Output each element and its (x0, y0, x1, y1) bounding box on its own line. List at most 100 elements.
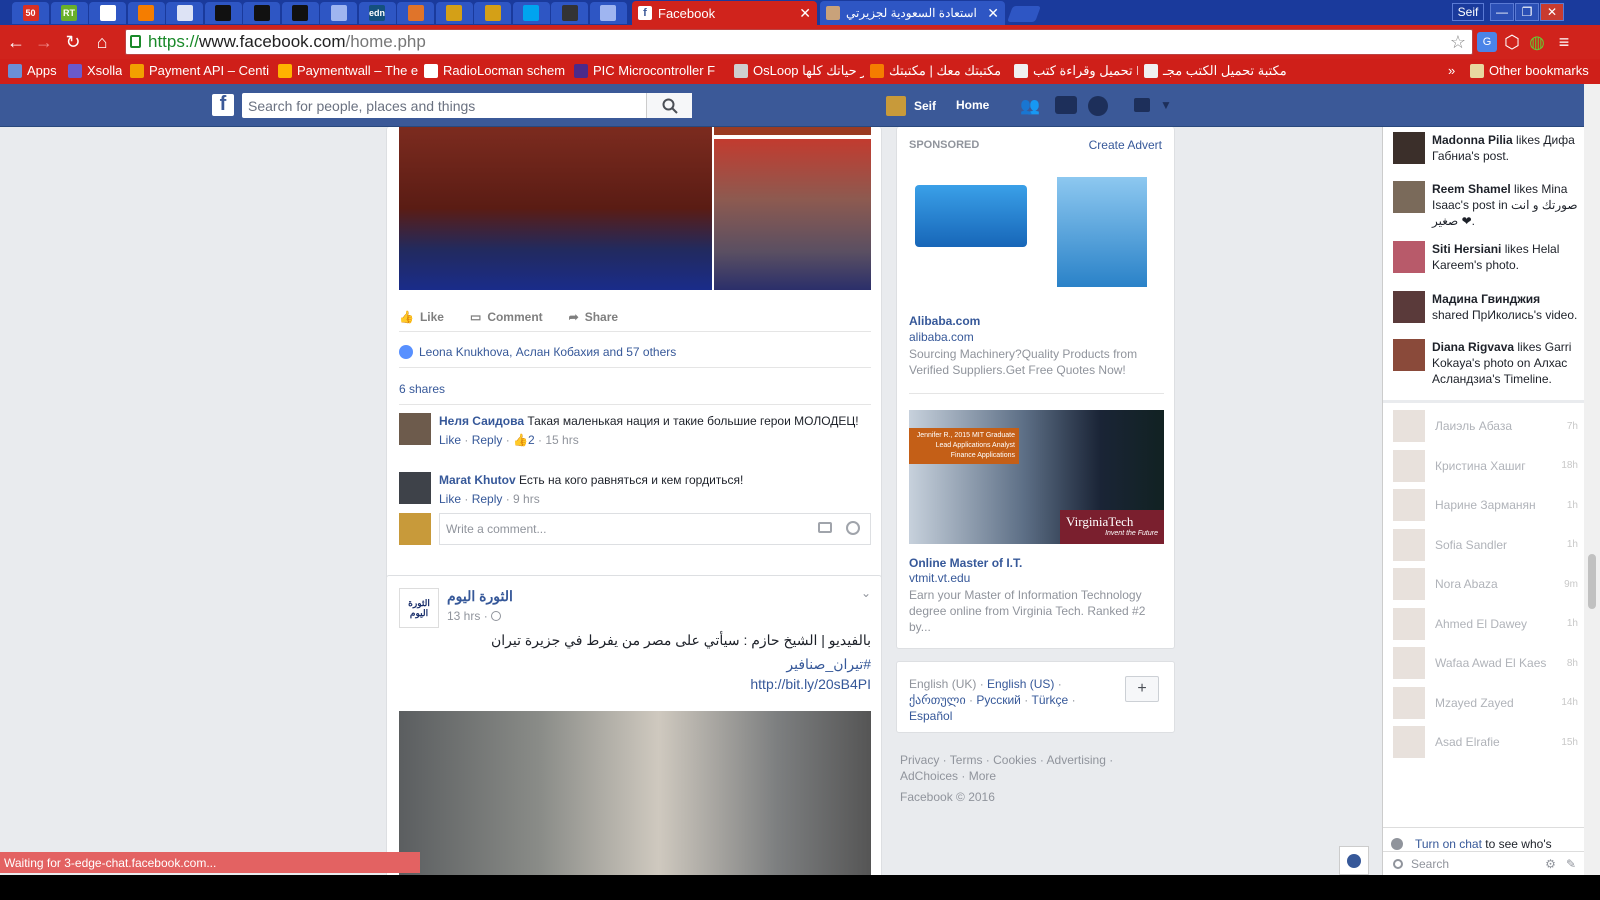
bookmark-item[interactable]: تحميل وقراءة كتب PDF (1014, 63, 1138, 79)
chat-contact[interactable]: Wafaa Awad El Kaes 8h (1393, 644, 1578, 682)
address-bar[interactable]: https://www.facebook.com/home.php ☆ (125, 29, 1473, 55)
share-button[interactable]: ➦ Share (569, 310, 618, 324)
language-link[interactable]: English (US) (987, 677, 1054, 691)
search-button[interactable] (646, 93, 692, 118)
pinned-tab[interactable] (512, 2, 550, 24)
likes-summary[interactable]: Leona Knukhova, Аслан Кобахия and 57 oth… (399, 345, 676, 359)
emoji-icon[interactable] (846, 521, 860, 535)
pinned-tab[interactable] (397, 2, 434, 24)
pinned-tab[interactable] (281, 2, 319, 24)
chat-contact[interactable]: Sofia Sandler 1h (1393, 526, 1578, 564)
close-window-icon[interactable]: ✕ (1540, 3, 1564, 21)
bookmark-item[interactable]: Apps (8, 63, 57, 78)
shares-count[interactable]: 6 shares (399, 382, 445, 396)
ad-image[interactable] (915, 185, 1027, 247)
bookmark-item[interactable]: OsLoop خير حياتك كلها (734, 63, 864, 79)
translate-icon[interactable]: G (1477, 32, 1497, 52)
turn-on-chat-link[interactable]: Turn on chat (1415, 837, 1482, 851)
language-link[interactable]: ქართული (909, 693, 966, 707)
home-icon[interactable]: ⌂ (92, 32, 112, 52)
post-photo-main[interactable] (399, 127, 712, 290)
ticker-story[interactable]: Madonna Pilia likes Дифа Габниа's post. (1393, 132, 1579, 164)
pinned-tab[interactable] (435, 2, 473, 24)
search-input[interactable]: Search for people, places and things (242, 93, 692, 118)
footer-link[interactable]: Cookies (993, 753, 1036, 767)
chat-contact[interactable]: Asad Elrafie 15h (1393, 723, 1578, 761)
compose-icon[interactable]: ✎ (1566, 857, 1576, 871)
privacy-shortcuts-icon[interactable] (1134, 98, 1150, 112)
forward-icon[interactable]: → (34, 32, 54, 52)
globe-extension-icon[interactable]: ◍ (1527, 32, 1547, 52)
pinned-tab[interactable] (127, 2, 165, 24)
comment-reply-link[interactable]: Reply (472, 433, 503, 447)
like-button[interactable]: 👍 Like (399, 310, 444, 324)
other-bookmarks[interactable]: Other bookmarks (1470, 63, 1589, 78)
pinned-tab[interactable] (589, 2, 627, 24)
post-time[interactable]: 13 hrs (447, 609, 480, 623)
tab-other[interactable]: استعادة السعودية لجزيرتي ✕ (820, 1, 1005, 25)
bookmark-item[interactable]: PIC Microcontroller F (574, 63, 715, 78)
comment-reply-link[interactable]: Reply (472, 492, 503, 506)
chat-contact[interactable]: Mzayed Zayed 14h (1393, 684, 1578, 722)
comment-like-count[interactable]: 👍2 (513, 433, 535, 447)
avatar[interactable] (399, 413, 431, 445)
ticker-story[interactable]: Siti Hersiani likes Helal Kareem's photo… (1393, 241, 1579, 273)
new-tab-button[interactable] (1007, 6, 1041, 22)
bookmarks-overflow[interactable]: » (1448, 63, 1455, 78)
pinned-tab[interactable] (474, 2, 511, 24)
extension-cube-icon[interactable]: ⬡ (1502, 32, 1522, 52)
scrollbar-thumb[interactable] (1588, 554, 1596, 609)
add-language-button[interactable]: + (1125, 676, 1159, 702)
chat-contact[interactable]: Nora Abaza 9m (1393, 565, 1578, 603)
messages-icon[interactable] (1055, 96, 1077, 114)
camera-icon[interactable] (818, 522, 832, 533)
home-link[interactable]: Home (956, 98, 989, 112)
facebook-logo-icon[interactable]: f (212, 93, 234, 116)
restore-icon[interactable]: ❐ (1515, 3, 1539, 21)
friend-requests-icon[interactable]: 👥 (1020, 96, 1042, 115)
comment-author[interactable]: Marat Khutov (439, 473, 516, 487)
post-photo-small-1[interactable] (714, 127, 871, 135)
chat-contact[interactable]: Ahmed El Dawey 1h (1393, 605, 1578, 643)
gear-icon[interactable]: ⚙ (1545, 857, 1556, 871)
language-link[interactable]: Türkçe (1032, 693, 1069, 707)
star-icon[interactable]: ☆ (1450, 32, 1466, 53)
bookmark-item[interactable]: RadioLocman schem (424, 63, 565, 78)
bookmark-item[interactable]: Payment API – Centi (130, 63, 269, 78)
footer-link[interactable]: Terms (950, 753, 983, 767)
post-options-icon[interactable]: ⌄ (861, 586, 871, 600)
comment-input[interactable]: Write a comment... (439, 513, 871, 545)
page-scrollbar[interactable] (1584, 84, 1600, 875)
ticker-story[interactable]: Reem Shamel likes Mina Isaac's post in ص… (1393, 181, 1579, 229)
minimize-icon[interactable]: — (1490, 3, 1514, 21)
language-link[interactable]: Русский (976, 693, 1021, 707)
chat-search-bar[interactable]: Search ⚙ ✎ (1383, 851, 1584, 875)
profile-link[interactable]: Seif (886, 96, 936, 116)
pinned-tab[interactable] (204, 2, 242, 24)
pinned-tab[interactable] (243, 2, 280, 24)
chat-contact[interactable]: Лаиэль Абаза 7h (1393, 407, 1578, 445)
pinned-tab[interactable]: edn (358, 2, 396, 24)
ad-banner[interactable]: Jennifer R., 2015 MIT Graduate Lead Appl… (909, 410, 1164, 544)
back-icon[interactable]: ← (6, 32, 26, 52)
globe-settings-button[interactable] (1339, 846, 1369, 875)
comment-like-link[interactable]: Like (439, 492, 461, 506)
bookmark-item[interactable]: Xsolla (68, 63, 122, 78)
ad-title[interactable]: Online Master of I.T. (909, 556, 1022, 570)
ad-domain[interactable]: alibaba.com (909, 330, 974, 344)
language-link[interactable]: Español (909, 709, 952, 723)
footer-link[interactable]: More (969, 769, 996, 783)
comment-like-link[interactable]: Like (439, 433, 461, 447)
ad-image[interactable] (1057, 177, 1147, 287)
footer-link[interactable]: AdChoices (900, 769, 958, 783)
chat-contact[interactable]: Кристина Хашиг 18h (1393, 447, 1578, 485)
post-video-thumbnail[interactable] (399, 711, 871, 875)
footer-link[interactable]: Advertising (1047, 753, 1106, 767)
footer-link[interactable]: Privacy (900, 753, 939, 767)
bookmark-item[interactable]: Paymentwall – The e (278, 63, 418, 78)
bookmark-item[interactable]: مكتبة تحميل الكتب مجـ (1144, 63, 1287, 79)
pinned-tab[interactable]: 50 (12, 2, 49, 24)
post-link[interactable]: http://bit.ly/20sB4PI (399, 676, 871, 692)
chat-contact[interactable]: Нарине Зарманян 1h (1393, 486, 1578, 524)
ad-domain[interactable]: vtmit.vt.edu (909, 571, 970, 585)
